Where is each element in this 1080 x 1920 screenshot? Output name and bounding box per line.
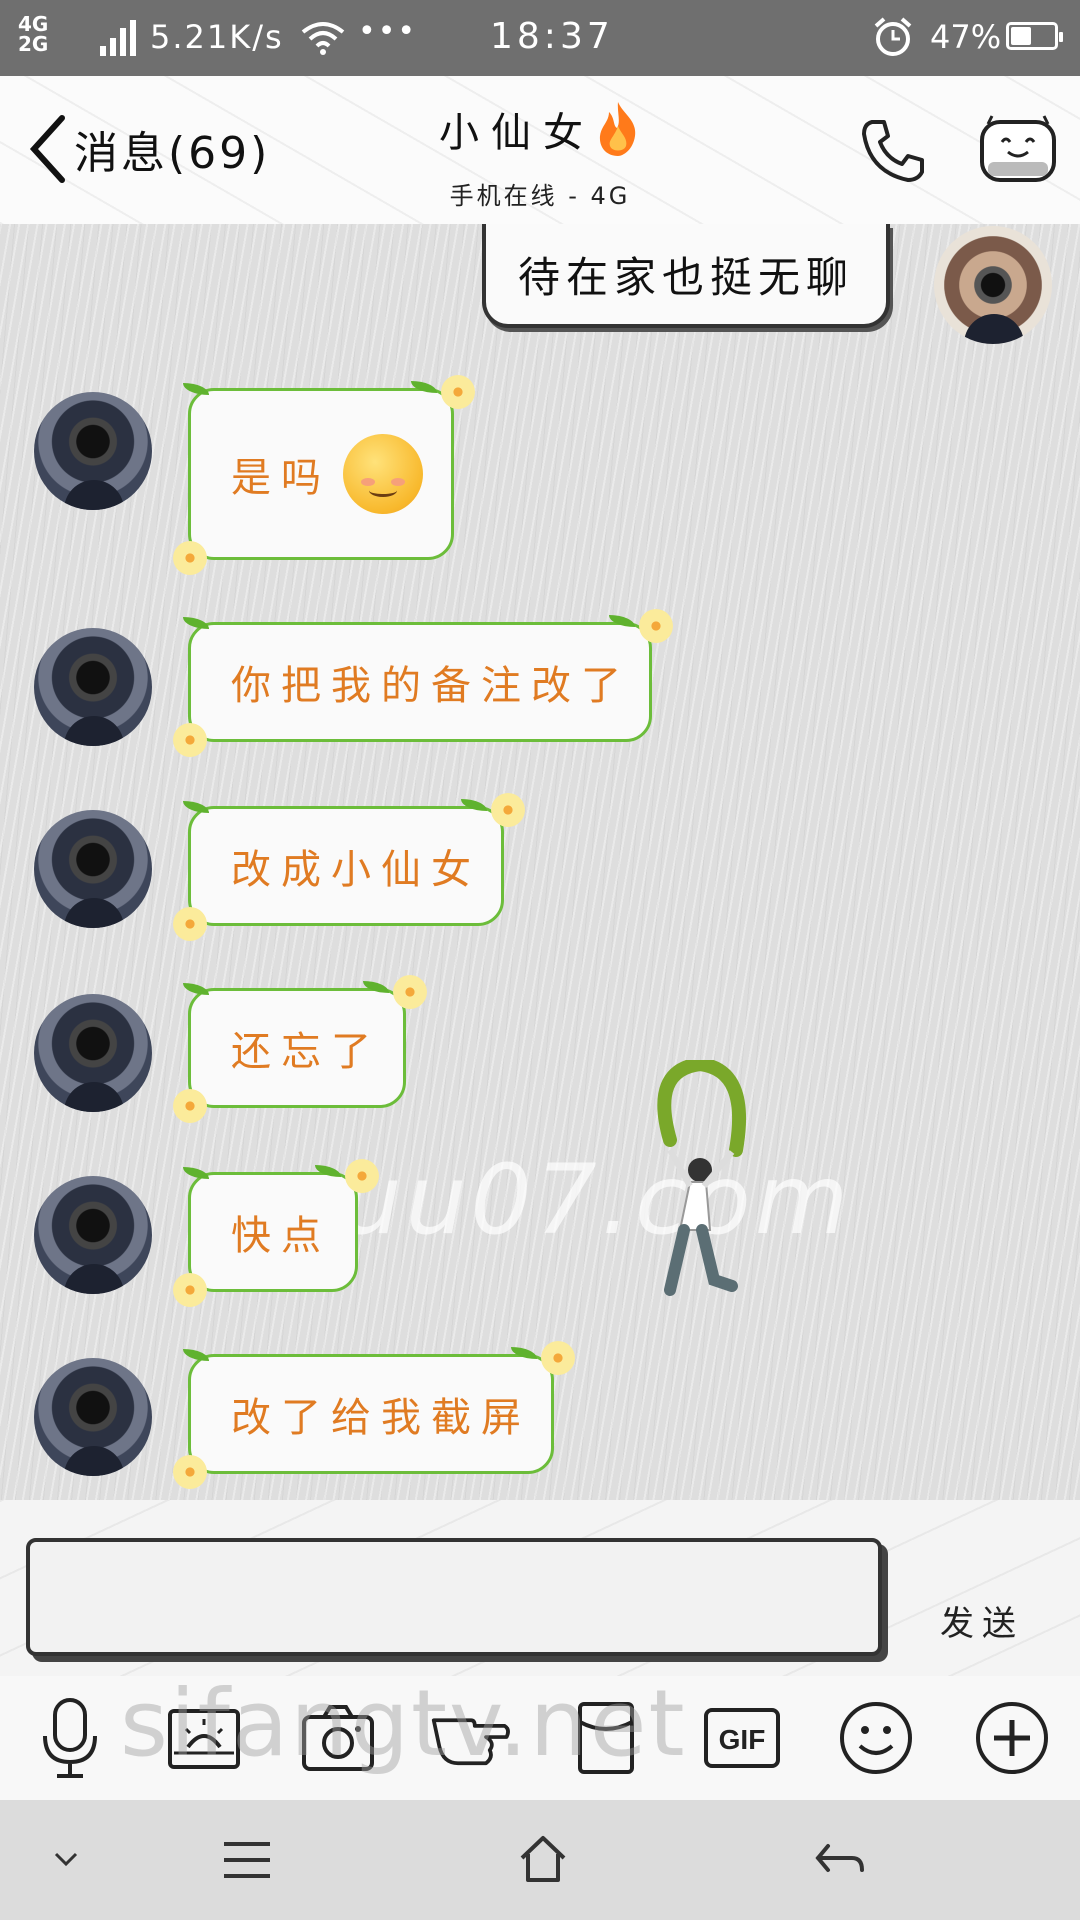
contact-avatar[interactable] <box>34 994 152 1112</box>
flower-decoration <box>639 609 673 643</box>
phone-icon[interactable] <box>858 116 928 186</box>
clock: 18:37 <box>490 16 614 57</box>
incoming-message[interactable]: 你把我的备注改了 <box>173 609 673 757</box>
gif-button[interactable]: GIF <box>700 1696 784 1780</box>
more-status-dots: ••• <box>358 14 418 49</box>
gif-label: GIF <box>719 1724 766 1755</box>
more-button[interactable] <box>970 1696 1054 1780</box>
flower-decoration <box>173 1089 207 1123</box>
my-avatar[interactable] <box>934 226 1052 344</box>
shy-smile-emoji <box>343 434 423 514</box>
flower-decoration <box>345 1159 379 1193</box>
robot-face-icon[interactable] <box>978 112 1058 188</box>
chevron-down-icon[interactable] <box>52 1850 80 1870</box>
microphone-icon <box>43 1698 97 1778</box>
flower-decoration <box>173 1273 207 1307</box>
system-nav-bar <box>0 1800 1080 1920</box>
battery-icon <box>1006 22 1063 50</box>
flower-decoration <box>441 375 475 409</box>
message-text: 你把我的备注改了 <box>231 663 631 709</box>
flower-decoration <box>173 1455 207 1489</box>
menu-icon[interactable] <box>222 1840 272 1880</box>
incoming-message[interactable]: 还忘了 <box>173 975 427 1123</box>
battery-percent: 47% <box>930 18 1002 56</box>
flower-decoration <box>173 907 207 941</box>
message-text: 改成小仙女 <box>231 847 481 893</box>
watermark: sifangtv.net <box>120 1670 687 1777</box>
contact-avatar[interactable] <box>34 392 152 510</box>
chat-area[interactable]: xuu07.com <box>0 224 1080 1500</box>
flower-decoration <box>491 793 525 827</box>
contact-name: 小仙女 <box>439 110 595 156</box>
flower-decoration <box>393 975 427 1009</box>
message-text: 待在家也挺无聊 <box>517 252 854 302</box>
message-text: 改了给我截屏 <box>231 1395 531 1441</box>
network-speed: 5.21K/s <box>150 18 284 56</box>
signal-icon <box>100 20 136 56</box>
send-button[interactable]: 发送 <box>940 1596 1024 1645</box>
status-bar: 4G 2G 5.21K/s ••• 18:37 47% <box>0 0 1080 76</box>
wifi-icon <box>301 22 345 55</box>
flower-decoration <box>541 1341 575 1375</box>
emoji-button[interactable] <box>834 1696 918 1780</box>
chat-header: 消息(69) 小仙女 手机在线 - 4G <box>0 76 1080 224</box>
microphone-button[interactable] <box>28 1696 112 1780</box>
back-arrow-icon[interactable] <box>814 1840 866 1880</box>
message-text: 还忘了 <box>231 1029 381 1075</box>
flower-decoration <box>173 723 207 757</box>
message-input[interactable] <box>26 1538 882 1656</box>
fire-icon <box>599 102 636 156</box>
flower-decoration <box>173 541 207 575</box>
input-bar: 发送 <box>0 1500 1080 1676</box>
message-text: 是吗 <box>231 455 331 501</box>
network-type: 4G 2G <box>18 12 49 56</box>
emoji-icon <box>840 1702 912 1774</box>
incoming-message[interactable]: 是吗 <box>173 375 475 575</box>
battery-fill <box>1011 27 1031 45</box>
contact-avatar[interactable] <box>34 810 152 928</box>
contact-avatar[interactable] <box>34 1176 152 1294</box>
incoming-message[interactable]: 改了给我截屏 <box>173 1341 575 1489</box>
incoming-message[interactable]: 改成小仙女 <box>173 793 525 941</box>
incoming-message[interactable]: 快点 <box>173 1159 379 1307</box>
alarm-icon <box>874 17 912 56</box>
plus-icon <box>976 1702 1048 1774</box>
contact-avatar[interactable] <box>34 1358 152 1476</box>
outgoing-message[interactable]: 待在家也挺无聊 <box>482 224 890 328</box>
contact-avatar[interactable] <box>34 628 152 746</box>
home-icon[interactable] <box>518 1834 568 1884</box>
message-text: 快点 <box>231 1213 331 1259</box>
jumping-figure-sticker <box>657 1060 746 1296</box>
gif-icon: GIF <box>704 1708 780 1768</box>
